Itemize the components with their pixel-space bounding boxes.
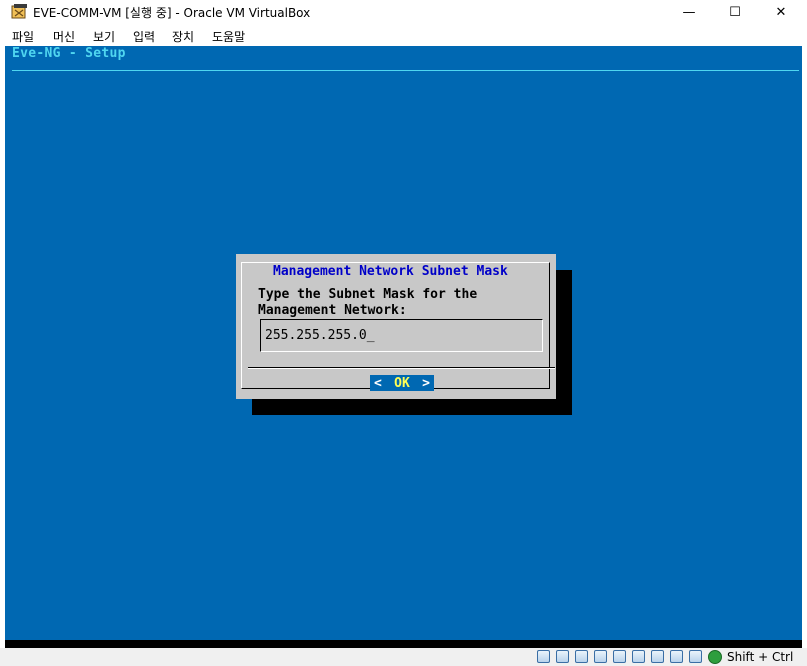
dialog-prompt-line1: Type the Subnet Mask for the xyxy=(258,287,478,302)
dialog-separator-highlight xyxy=(248,368,555,369)
subnet-mask-dialog: Management Network Subnet Mask Type the … xyxy=(236,254,556,399)
menubar: 파일 머신 보기 입력 장치 도움말 xyxy=(0,24,807,46)
close-button[interactable]: ✕ xyxy=(758,0,804,24)
dialog-frame: Management Network Subnet Mask Type the … xyxy=(241,262,555,391)
close-icon: ✕ xyxy=(775,4,787,20)
cpu-icon[interactable] xyxy=(689,650,702,663)
menu-devices[interactable]: 장치 xyxy=(172,28,194,45)
dialog-title: Management Network Subnet Mask xyxy=(271,264,510,279)
minimize-button[interactable]: — xyxy=(666,0,712,24)
shared-folders-icon[interactable] xyxy=(632,650,645,663)
keyboard-icon[interactable] xyxy=(708,650,722,664)
video-capture-icon[interactable] xyxy=(670,650,683,663)
display-icon[interactable] xyxy=(651,650,664,663)
window-border-right xyxy=(802,46,807,640)
menu-input[interactable]: 입력 xyxy=(133,28,155,45)
maximize-icon: ☐ xyxy=(729,4,741,20)
menu-view[interactable]: 보기 xyxy=(93,28,115,45)
audio-icon[interactable] xyxy=(575,650,588,663)
dialog-prompt-line2: Management Network: xyxy=(258,303,407,318)
subnet-mask-input[interactable]: 255.255.255.0_ xyxy=(265,328,535,343)
network-icon[interactable] xyxy=(594,650,607,663)
menu-help[interactable]: 도움말 xyxy=(212,28,245,45)
hard-disk-icon[interactable] xyxy=(537,650,550,663)
menu-file[interactable]: 파일 xyxy=(12,28,34,45)
host-key-label: Shift + Ctrl xyxy=(727,650,794,664)
maximize-button[interactable]: ☐ xyxy=(712,0,758,24)
ok-button-label: OK xyxy=(394,375,410,391)
vm-screen-bottom-edge xyxy=(5,640,802,648)
statusbar: Shift + Ctrl xyxy=(0,648,807,666)
console-header: Eve-NG - Setup xyxy=(12,46,126,61)
ok-right-bracket: > xyxy=(422,375,430,391)
ok-button[interactable]: < OK > xyxy=(370,375,434,391)
virtualbox-icon xyxy=(11,4,27,19)
console-header-rule xyxy=(12,70,799,71)
minimize-icon: — xyxy=(682,4,696,20)
subnet-mask-input-box[interactable]: 255.255.255.0_ xyxy=(260,319,543,352)
vm-console-screen[interactable]: Eve-NG - Setup Management Network Subnet… xyxy=(5,46,802,640)
optical-drive-icon[interactable] xyxy=(556,650,569,663)
ok-left-bracket: < xyxy=(374,375,382,391)
window-titlebar[interactable]: EVE-COMM-VM [실행 중] - Oracle VM VirtualBo… xyxy=(0,0,807,24)
window-title: EVE-COMM-VM [실행 중] - Oracle VM VirtualBo… xyxy=(33,6,311,20)
usb-icon[interactable] xyxy=(613,650,626,663)
menu-machine[interactable]: 머신 xyxy=(53,28,75,45)
